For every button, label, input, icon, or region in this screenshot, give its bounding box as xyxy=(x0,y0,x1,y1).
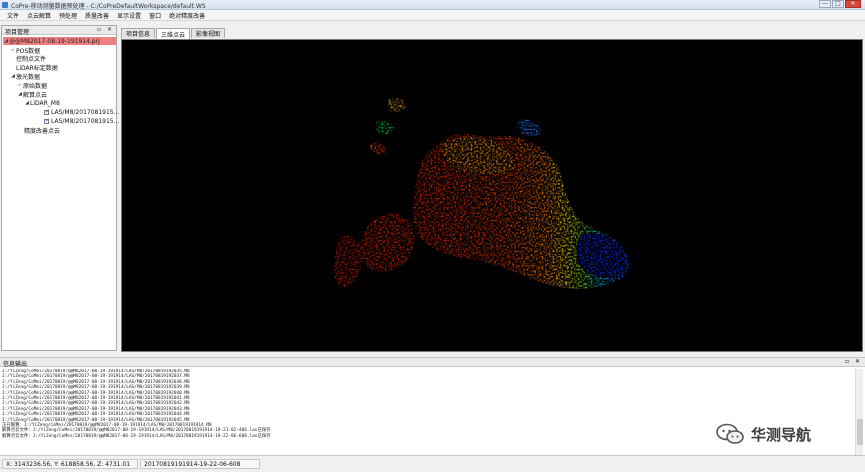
tab-image-view[interactable]: 影像视图 xyxy=(191,28,226,38)
menu-display-settings[interactable]: 显示设置 xyxy=(113,11,145,20)
tab-project-info[interactable]: 项目信息 xyxy=(121,28,156,38)
tree-item-label: 精度改善点云 xyxy=(24,127,61,135)
menu-bar: 文件 点云解算 预处理 质量改善 显示设置 窗口 绝对精度改善 xyxy=(0,10,865,21)
viewer-tabs: 项目信息 三维点云 影像视图 xyxy=(121,28,226,39)
tree-item-label: 激光数据 xyxy=(16,73,41,81)
viewer-area: 项目信息 三维点云 影像视图 xyxy=(121,28,863,352)
app-icon xyxy=(2,2,8,8)
tree-item-raw-data[interactable]: ▹ 原始数据 xyxy=(17,81,48,90)
scrollbar-thumb[interactable] xyxy=(857,419,863,445)
minimize-button[interactable]: — xyxy=(819,0,831,8)
tree-item-label: 原始数据 xyxy=(23,82,48,90)
tree-item-accuracy-cloud[interactable]: 精度改善点云 xyxy=(24,126,61,135)
menu-absolute-accuracy[interactable]: 绝对精度改善 xyxy=(165,11,209,20)
panel-float-close-icon[interactable]: ▫ ✕ xyxy=(97,26,114,33)
project-panel: 项目管理 ▫ ✕ ◢ @@M82017-08-19-191914.prj ▹ P… xyxy=(1,25,119,351)
menu-quality-improve[interactable]: 质量改善 xyxy=(81,11,113,20)
tree-item-las-file-1[interactable]: LAS/M8/2017081915... xyxy=(44,108,119,116)
tree-item-solved-cloud[interactable]: ◢ 解算点云 xyxy=(17,90,48,99)
tree-item-label: LAS/M8/2017081915... xyxy=(51,108,120,116)
point-cloud-render xyxy=(334,98,631,290)
point-cloud-canvas[interactable] xyxy=(121,39,863,352)
close-button[interactable]: ✕ xyxy=(845,0,861,8)
point-cloud-blob xyxy=(334,98,631,290)
panel-float-close-icon[interactable]: ▫ ✕ xyxy=(845,358,862,365)
tree-item-project[interactable]: ◢ @@M82017-08-19-191914.prj xyxy=(3,37,116,45)
menu-window[interactable]: 窗口 xyxy=(145,11,165,20)
tree-item-lidar-m8[interactable]: ◢ LiDAR_M8 xyxy=(24,99,60,107)
checkbox[interactable] xyxy=(44,117,50,124)
tree-item-label: @@M82017-08-19-191914.prj xyxy=(9,37,100,45)
tab-3d-point-cloud[interactable]: 三维点云 xyxy=(156,28,191,39)
tree-item-laser-data[interactable]: ◢ 激光数据 xyxy=(10,72,41,81)
menu-point-cloud-solve[interactable]: 点云解算 xyxy=(23,11,55,20)
project-panel-header: 项目管理 ▫ ✕ xyxy=(2,26,116,36)
tree-item-control-points[interactable]: 控制点文件 xyxy=(16,54,47,63)
checkbox[interactable] xyxy=(44,108,50,115)
tree-item-las-file-2[interactable]: LAS/M8/2017081915... xyxy=(44,117,119,125)
project-panel-title: 项目管理 xyxy=(5,29,30,36)
watermark: 华测导航 xyxy=(715,422,811,446)
output-scrollbar[interactable] xyxy=(855,369,863,455)
coords-readout: X: 3143236.56, Y: 618858.56, Z: 4731.01 xyxy=(2,459,138,469)
output-panel-title: 信息输出 xyxy=(3,361,28,368)
current-file-readout: 20170819191914-19-22-06-608 xyxy=(140,459,260,469)
status-bar: X: 3143236.56, Y: 618858.56, Z: 4731.01 … xyxy=(0,455,865,472)
menu-file[interactable]: 文件 xyxy=(3,11,23,20)
tree-item-lidar-calib[interactable]: LiDAR标定数据 xyxy=(16,63,58,72)
window-title: CoPre-移动测量数据预处理 - C:/CoPreDefaultWorkspa… xyxy=(11,3,206,10)
output-panel-header: 信息输出 ▫ ✕ xyxy=(0,358,865,368)
tree-item-label: LiDAR_M8 xyxy=(30,99,60,107)
tree-item-label: LAS/M8/2017081915... xyxy=(51,117,120,125)
watermark-text: 华测导航 xyxy=(751,425,812,444)
menu-preprocess[interactable]: 预处理 xyxy=(55,11,81,20)
tree-item-label: 解算点云 xyxy=(23,91,48,99)
tree-item-label: LiDAR标定数据 xyxy=(16,64,58,72)
tree-item-label: 控制点文件 xyxy=(16,55,47,63)
wechat-logo-icon xyxy=(716,423,744,444)
title-bar: CoPre-移动测量数据预处理 - C:/CoPreDefaultWorkspa… xyxy=(0,0,865,10)
maximize-button[interactable]: □ xyxy=(832,0,844,8)
